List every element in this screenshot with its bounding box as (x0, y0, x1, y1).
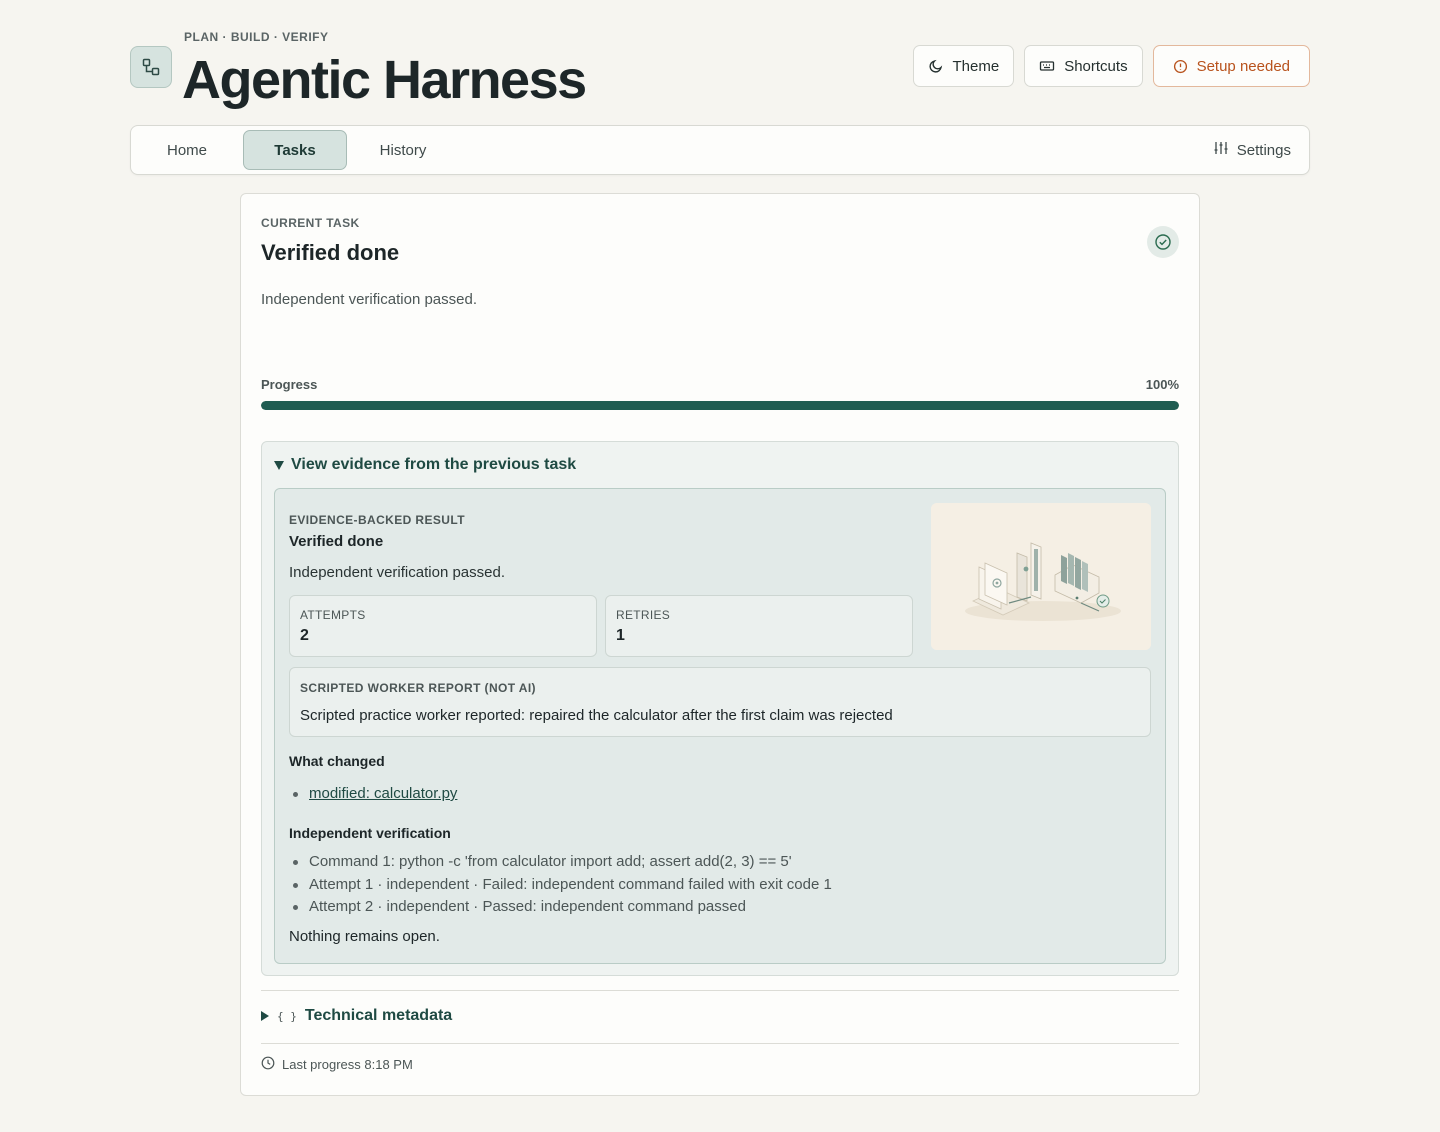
evidence-description: Independent verification passed. (289, 564, 505, 581)
list-item: Attempt 2 · independent · Passed: indepe… (289, 896, 832, 919)
alert-circle-icon (1173, 59, 1188, 74)
changes-list: modified: calculator.py (289, 783, 457, 806)
retries-value: 1 (616, 627, 625, 644)
worker-report-label: SCRIPTED WORKER REPORT (NOT AI) (300, 681, 536, 695)
nothing-remains-text: Nothing remains open. (289, 928, 440, 945)
worker-report-text: Scripted practice worker reported: repai… (300, 707, 893, 724)
header-actions: Theme Shortcuts Setup needed (912, 45, 1310, 87)
verification-list: Command 1: python -c 'from calculator im… (289, 851, 832, 919)
shortcuts-button-label: Shortcuts (1064, 57, 1128, 75)
last-progress-text: Last progress 8:18 PM (282, 1057, 413, 1072)
evidence-toggle[interactable]: View evidence from the previous task (274, 456, 576, 474)
setup-needed-label: Setup needed (1196, 57, 1290, 75)
settings-label: Settings (1236, 141, 1291, 159)
clock-icon (261, 1056, 275, 1073)
task-title: Verified done (261, 240, 400, 265)
progress-label: Progress (261, 377, 318, 392)
retries-stat: RETRIES 1 (605, 595, 913, 657)
verification-heading: Independent verification (289, 825, 451, 841)
changed-file-link[interactable]: modified: calculator.py (309, 785, 457, 802)
progress-bar (261, 401, 1179, 410)
attempts-stat: ATTEMPTS 2 (289, 595, 597, 657)
keyboard-icon (1039, 58, 1055, 74)
evidence-eyebrow: EVIDENCE-BACKED RESULT (289, 513, 465, 527)
app-title: Agentic Harness (182, 50, 587, 110)
divider (261, 990, 1179, 991)
evidence-summary-label: View evidence from the previous task (291, 456, 577, 473)
moon-icon (928, 58, 944, 74)
app-logo-icon (130, 46, 172, 88)
triangle-right-icon (261, 1011, 269, 1021)
main-nav: Home Tasks History Settings (130, 125, 1310, 175)
shortcuts-button[interactable]: Shortcuts (1024, 45, 1143, 87)
setup-needed-button[interactable]: Setup needed (1152, 45, 1310, 87)
sliders-icon (1213, 140, 1229, 160)
task-eyebrow: CURRENT TASK (261, 216, 360, 230)
check-circle-icon (1147, 226, 1179, 258)
app-eyebrow: PLAN · BUILD · VERIFY (184, 30, 329, 44)
current-task-card: CURRENT TASK Verified done Independent v… (240, 193, 1200, 1096)
evidence-details: View evidence from the previous task EVI… (261, 441, 1179, 976)
settings-button[interactable]: Settings (1213, 130, 1291, 170)
app-header: PLAN · BUILD · VERIFY Agentic Harness Th… (130, 28, 1310, 112)
attempts-label: ATTEMPTS (300, 608, 366, 622)
triangle-down-icon (274, 460, 284, 470)
progress-percent: 100% (1145, 377, 1179, 392)
theme-button[interactable]: Theme (912, 45, 1015, 87)
task-description: Independent verification passed. (261, 291, 477, 308)
retries-label: RETRIES (616, 608, 671, 622)
progress-bar-fill (261, 401, 1179, 410)
tab-home[interactable]: Home (153, 130, 221, 170)
evidence-title: Verified done (289, 533, 384, 550)
attempts-value: 2 (300, 627, 309, 644)
verification-illustration (931, 503, 1151, 650)
last-progress: Last progress 8:18 PM (261, 1056, 413, 1073)
divider (261, 1043, 1179, 1044)
tab-history[interactable]: History (367, 130, 439, 170)
tab-tasks[interactable]: Tasks (243, 130, 347, 170)
evidence-result-panel: EVIDENCE-BACKED RESULT Verified done Ind… (274, 488, 1166, 964)
list-item: modified: calculator.py (289, 783, 457, 806)
theme-button-label: Theme (952, 57, 1000, 75)
list-item: Command 1: python -c 'from calculator im… (289, 851, 832, 874)
worker-report: SCRIPTED WORKER REPORT (NOT AI) Scripted… (289, 667, 1151, 737)
list-item: Attempt 1 · independent · Failed: indepe… (289, 874, 832, 897)
technical-metadata-label: Technical metadata (304, 1007, 453, 1024)
technical-metadata-toggle[interactable]: { } Technical metadata (261, 1007, 452, 1025)
what-changed-heading: What changed (289, 753, 385, 769)
braces-icon: { } (277, 1009, 297, 1023)
